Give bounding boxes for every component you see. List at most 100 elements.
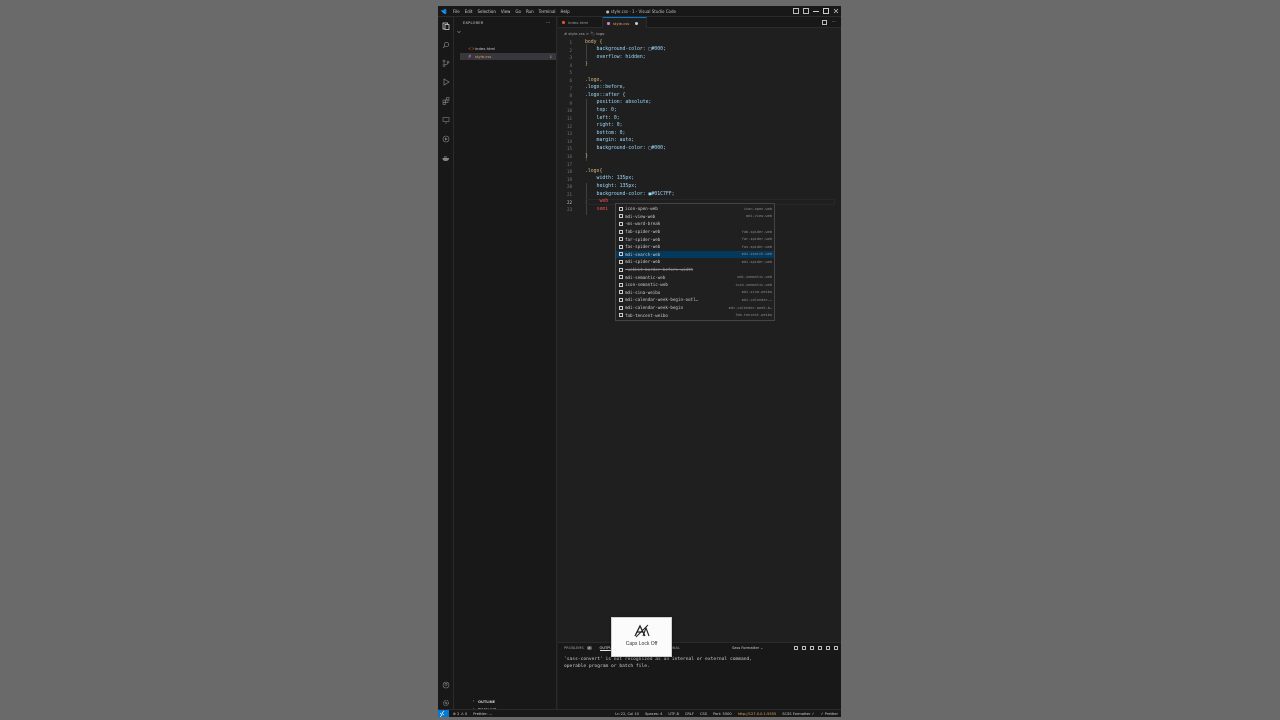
close-panel-icon[interactable]: [834, 646, 838, 650]
code-line: height: 135px;: [585, 183, 637, 189]
code-line: .logo::after {: [585, 92, 626, 98]
problems-badge: 1: [549, 54, 552, 59]
more-actions-icon[interactable]: ···: [832, 20, 837, 25]
autocomplete-suggestions[interactable]: icon-open-web icon-open-web mdi-view-web md…: [615, 203, 775, 321]
suggestion-item[interactable]: fab-spider-web fab-spider-web: [616, 228, 774, 236]
cursor-position[interactable]: Ln 22, Col 10: [615, 712, 639, 716]
line-number: 23: [566, 207, 572, 213]
suggestion-item[interactable]: fas-spider-web fas-spider-web: [616, 243, 774, 251]
suggestion-detail: icon-semantic-web: [735, 282, 772, 287]
panel-toggle-icon[interactable]: [803, 8, 809, 14]
suggestion-item[interactable]: mdi-view-web mdi-view-web: [616, 213, 774, 221]
indentation[interactable]: Spaces: 4: [645, 712, 662, 716]
remote-indicator[interactable]: [438, 710, 449, 717]
tab-problems[interactable]: PROBLEMS 2: [564, 646, 592, 651]
live-server-url[interactable]: http://127.0.0.1:5555: [738, 712, 777, 716]
suggestion-item[interactable]: mdi-calendar-week-begin mdi-calendar-week…: [616, 304, 774, 312]
menu-file[interactable]: File: [453, 9, 460, 14]
suggestion-label: fab-tencent-weibo: [625, 312, 668, 318]
file-index-html[interactable]: <> index.html: [460, 45, 556, 52]
value-icon: [619, 305, 623, 310]
chevron-down-icon[interactable]: [457, 30, 461, 34]
css-file-icon: #: [468, 53, 472, 59]
output-channel-label: Sass Formatter: [732, 646, 760, 650]
scss-formatter-status[interactable]: SCSS Formatter ✓: [782, 712, 814, 716]
suggestion-label: mdi-spider-web: [625, 259, 661, 265]
prettier-status[interactable]: Prettier: ...: [473, 712, 492, 716]
menu-view[interactable]: View: [501, 9, 511, 14]
file-label: index.html: [475, 46, 496, 51]
chevron-up-icon[interactable]: [826, 646, 830, 650]
language-mode[interactable]: CSS: [700, 712, 707, 716]
suggestion-item[interactable]: mdi-search-web mdi-search-web: [616, 250, 774, 259]
maximize-panel-icon[interactable]: [818, 646, 822, 650]
menu-terminal[interactable]: Terminal: [539, 9, 556, 14]
outline-section[interactable]: OUTLINE: [478, 700, 495, 704]
menu-help[interactable]: Help: [561, 9, 570, 14]
lock-scroll-icon[interactable]: [802, 646, 806, 650]
minimize-button[interactable]: [813, 8, 819, 12]
line-endings[interactable]: CRLF: [685, 712, 694, 716]
extensions-icon[interactable]: [442, 97, 450, 105]
testing-icon[interactable]: [442, 135, 450, 143]
caps-lock-text: Caps Lock Off: [625, 641, 658, 647]
remote-explorer-icon[interactable]: [442, 116, 450, 124]
suggestion-item[interactable]: fab-tencent-weibo fab-tencent-weibo: [616, 311, 774, 319]
split-editor-icon[interactable]: [822, 20, 827, 25]
tab-style-css[interactable]: style.css: [603, 17, 647, 28]
prettier-status-right[interactable]: ✓ Prettier: [821, 712, 838, 716]
suggestion-item[interactable]: mdi-sina-weibo mdi-sina-weibo: [616, 289, 774, 297]
code-line: margin: auto;: [585, 138, 635, 144]
run-debug-icon[interactable]: [442, 78, 450, 86]
suggestion-item[interactable]: mdi-spider-web mdi-spider-web: [616, 258, 774, 266]
activity-bar: [438, 17, 454, 709]
account-icon[interactable]: [442, 681, 450, 689]
docker-icon[interactable]: [442, 154, 450, 162]
copy-icon[interactable]: [810, 646, 814, 650]
code-editor[interactable]: 1 body {2 background-color: □#000; 3 overf…: [558, 37, 841, 637]
code-line: web: [585, 199, 609, 205]
settings-gear-icon[interactable]: [442, 699, 450, 707]
code-line: .logo,: [585, 77, 603, 83]
suggestion-item[interactable]: far-spider-web far-spider-web: [616, 235, 774, 243]
clear-output-icon[interactable]: [794, 646, 798, 650]
suggestion-item[interactable]: icon-open-web icon-open-web: [616, 205, 774, 213]
value-icon: [619, 259, 623, 264]
menu-run[interactable]: Run: [526, 9, 534, 14]
maximize-button[interactable]: [823, 8, 829, 14]
status-right: Ln 22, Col 10 Spaces: 4 UTF-8 CRLF CSS P…: [615, 712, 838, 716]
code-line: semi: [585, 206, 609, 212]
suggestion-item[interactable]: -ms-word-break: [616, 220, 774, 228]
line-number: 6: [569, 78, 572, 83]
suggestion-item[interactable]: mdi-semantic-web mdi-semantic-web: [616, 273, 774, 281]
encoding[interactable]: UTF-8: [668, 712, 678, 716]
layout-toggle-icon[interactable]: [793, 8, 799, 14]
suggestion-detail: mdi-calendar-week-b…: [728, 305, 772, 310]
search-icon[interactable]: [442, 41, 450, 49]
tab-index-html[interactable]: index.html: [558, 17, 603, 28]
live-server-port[interactable]: Port: 5500: [713, 712, 732, 716]
close-button[interactable]: [833, 8, 839, 14]
suggestion-label: mdi-view-web: [625, 213, 656, 219]
chevron-right-icon[interactable]: ›: [473, 699, 474, 703]
menu-selection[interactable]: Selection: [477, 9, 495, 14]
value-icon: [619, 221, 623, 226]
breadcrumb[interactable]: # style.css > 🏷 logo: [564, 31, 604, 36]
menu-go[interactable]: Go: [515, 9, 521, 14]
problems-status[interactable]: ⊗ 2 ⚠ 0: [453, 712, 467, 716]
title-bar: File Edit Selection View Go Run Terminal…: [438, 6, 841, 17]
output-channel-select[interactable]: Sass Formatter ⌄: [732, 646, 763, 650]
tab-label: style.css: [613, 20, 630, 26]
source-control-icon[interactable]: [442, 59, 450, 67]
suggestion-label: icon-open-web: [625, 206, 658, 212]
suggestion-item[interactable]: mdi-calendar-week-begin-outl… mdi-calenda…: [616, 296, 774, 304]
menu-edit[interactable]: Edit: [465, 9, 473, 14]
suggestion-item[interactable]: -webkit-border-before-width: [616, 266, 774, 274]
file-style-css[interactable]: # style.css 1: [460, 53, 556, 60]
explorer-icon[interactable]: [442, 22, 450, 30]
suggestion-detail: icon-open-web: [743, 206, 772, 211]
line-number: 4: [569, 62, 572, 68]
suggestion-item[interactable]: icon-semantic-web icon-semantic-web: [616, 281, 774, 289]
more-actions-icon[interactable]: ···: [546, 20, 550, 25]
unsaved-dot-icon[interactable]: [635, 21, 639, 25]
